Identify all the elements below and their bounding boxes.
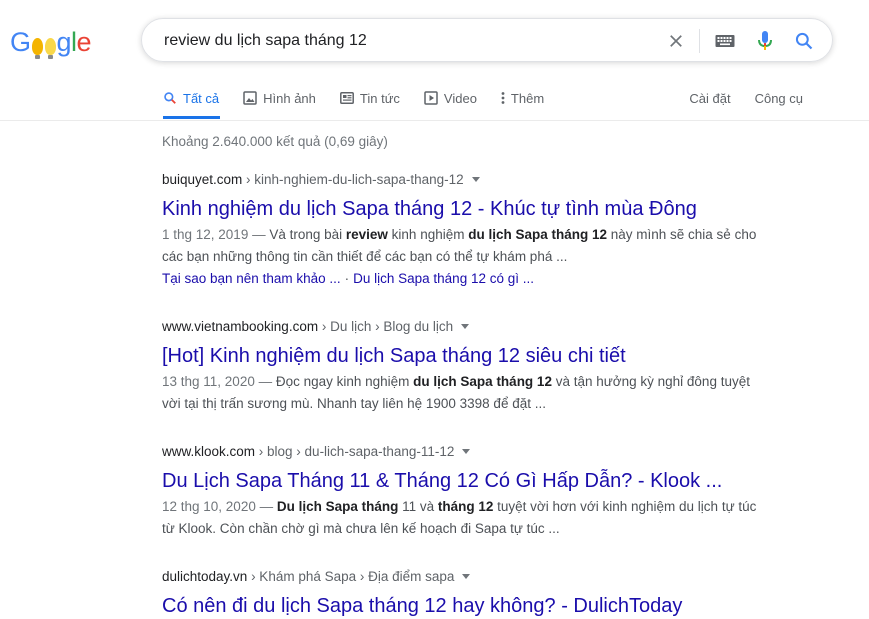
- result-sitelinks: Tại sao bạn nên tham khảo ... · Du lịch Sa…: [162, 268, 762, 290]
- search-icon[interactable]: [793, 30, 815, 52]
- result-domain: dulichtoday.vn: [162, 569, 248, 584]
- sitelink[interactable]: Du lịch Sapa tháng 12 có gì ...: [353, 271, 534, 286]
- tab-more[interactable]: Thêm: [501, 86, 544, 110]
- lightbulb-icon: [44, 38, 56, 59]
- header-divider: [0, 120, 869, 121]
- sitelink[interactable]: Tại sao bạn nên tham khảo ...: [162, 271, 341, 286]
- microphone-icon[interactable]: [754, 30, 776, 52]
- image-icon: [243, 91, 257, 105]
- result-domain: buiquyet.com: [162, 172, 243, 187]
- result-title[interactable]: [Hot] Kinh nghiệm du lịch Sapa tháng 12 …: [162, 343, 762, 369]
- tab-news[interactable]: Tin tức: [339, 86, 400, 110]
- result-domain: www.vietnambooking.com: [162, 319, 319, 334]
- tab-label: Thêm: [510, 90, 545, 106]
- lightbulb-icon: [31, 38, 43, 59]
- result-url[interactable]: dulichtoday.vn › Khám phá Sapa › Địa điể…: [162, 567, 762, 587]
- search-icon: [163, 91, 177, 105]
- tab-images[interactable]: Hình ảnh: [243, 86, 316, 110]
- tab-label: Tất cả: [183, 90, 220, 106]
- result-date: 12 thg 10, 2020 —: [162, 499, 277, 514]
- google-logo[interactable]: Ggle: [10, 24, 92, 59]
- active-tab-indicator: [163, 116, 220, 119]
- tab-label: Video: [443, 90, 477, 106]
- clear-icon[interactable]: [665, 30, 687, 52]
- result-snippet: 13 thg 11, 2020 — Đọc ngay kinh nghiệm d…: [162, 374, 750, 411]
- tab-video[interactable]: Video: [424, 86, 477, 110]
- keyboard-icon[interactable]: [714, 30, 736, 52]
- result-path: › kinh-nghiem-du-lich-sapa-thang-12: [242, 172, 464, 187]
- search-result: www.vietnambooking.com › Du lịch › Blog …: [162, 317, 762, 415]
- tools-link[interactable]: Công cụ: [755, 91, 803, 106]
- result-path: › Khám phá Sapa › Địa điểm sapa: [247, 569, 455, 584]
- search-result: www.klook.com › blog › du-lich-sapa-than…: [162, 442, 762, 540]
- result-url[interactable]: www.klook.com › blog › du-lich-sapa-than…: [162, 442, 762, 462]
- result-path: › blog › du-lich-sapa-thang-11-12: [255, 444, 455, 459]
- result-date: 13 thg 11, 2020 —: [162, 374, 276, 389]
- more-icon: [501, 91, 505, 105]
- chevron-down-icon[interactable]: [462, 573, 471, 579]
- result-snippet: 12 thg 10, 2020 — Du lịch Sapa tháng 11 …: [162, 499, 757, 536]
- settings-link[interactable]: Cài đặt: [689, 91, 730, 106]
- sitelink-separator: ·: [344, 271, 350, 286]
- result-stats: Khoảng 2.640.000 kết quả (0,69 giây): [162, 134, 388, 149]
- search-input[interactable]: [162, 29, 646, 53]
- result-url[interactable]: www.vietnambooking.com › Du lịch › Blog …: [162, 317, 762, 337]
- result-domain: www.klook.com: [162, 444, 256, 459]
- news-icon: [339, 92, 354, 104]
- tab-label: Hình ảnh: [263, 90, 316, 106]
- result-url[interactable]: buiquyet.com › kinh-nghiem-du-lich-sapa-…: [162, 170, 762, 190]
- result-snippet: 1 thg 12, 2019 — Và trong bài review kin…: [162, 227, 757, 264]
- result-date: 1 thg 12, 2019 —: [162, 227, 270, 242]
- search-box: [141, 18, 833, 62]
- result-path: › Du lịch › Blog du lịch: [318, 319, 454, 334]
- search-result: dulichtoday.vn › Khám phá Sapa › Địa điể…: [162, 567, 762, 619]
- search-result: buiquyet.com › kinh-nghiem-du-lich-sapa-…: [162, 170, 762, 290]
- result-title[interactable]: Kinh nghiệm du lịch Sapa tháng 12 - Khúc…: [162, 196, 762, 222]
- chevron-down-icon[interactable]: [471, 176, 480, 182]
- result-title[interactable]: Du Lịch Sapa Tháng 11 & Tháng 12 Có Gì H…: [162, 468, 762, 494]
- tab-label: Tin tức: [359, 90, 400, 106]
- search-tabs: Tất cả Hình ảnh Tin tức Video Thêm: [163, 86, 568, 122]
- video-icon: [424, 91, 438, 105]
- chevron-down-icon[interactable]: [462, 448, 471, 454]
- result-title[interactable]: Có nên đi du lịch Sapa tháng 12 hay khôn…: [162, 593, 762, 619]
- search-tools: Cài đặt Công cụ: [665, 86, 803, 110]
- chevron-down-icon[interactable]: [461, 323, 470, 329]
- tab-all[interactable]: Tất cả: [163, 86, 219, 110]
- search-divider: [699, 29, 700, 53]
